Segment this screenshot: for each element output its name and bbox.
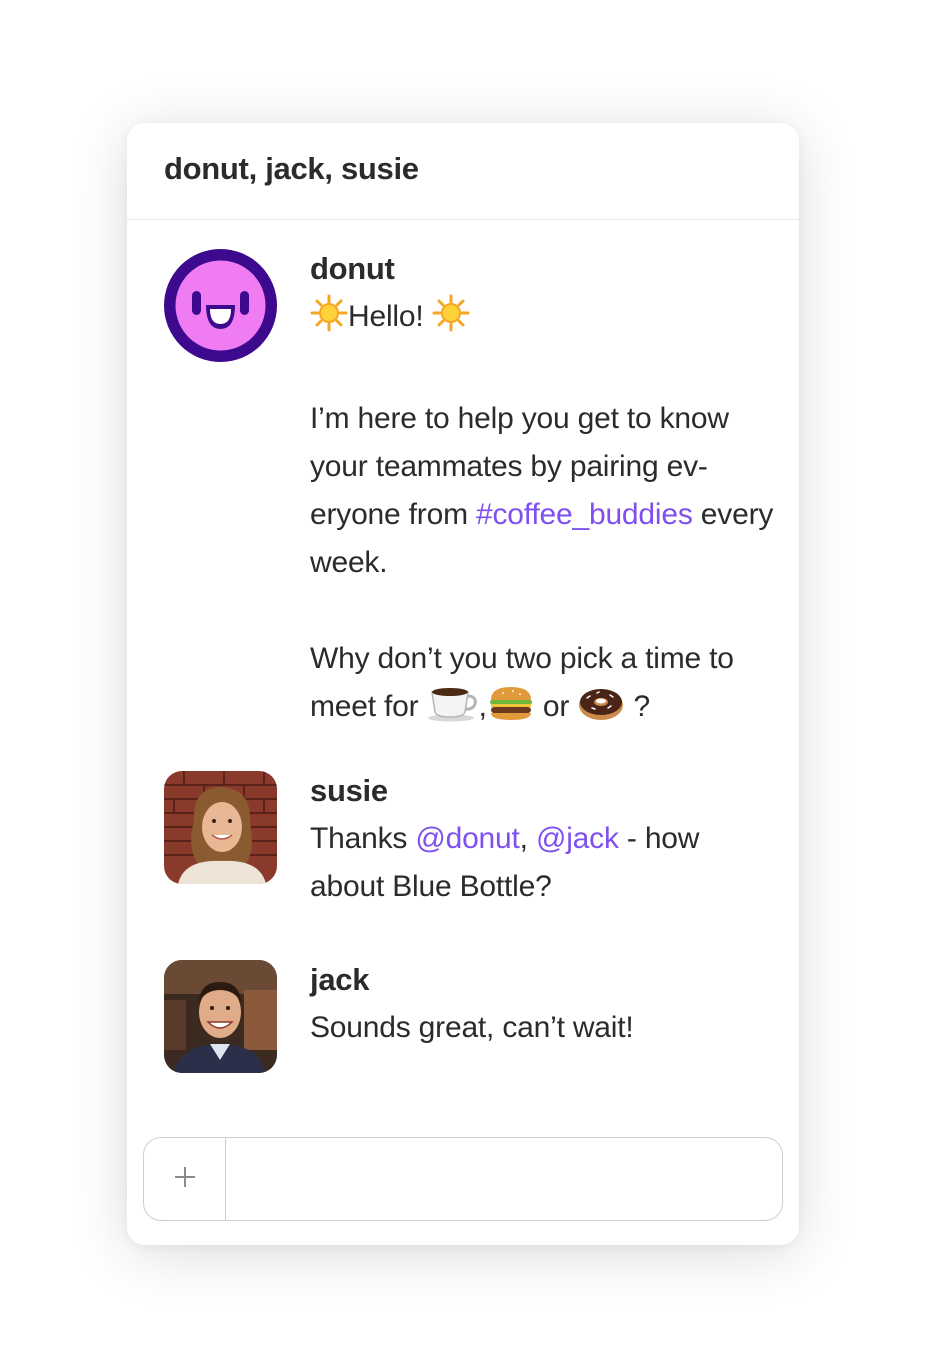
message-content: jack Sounds great, can’t wait! [310, 960, 774, 1052]
message-text: Hello! I’m here to help you get to know … [310, 293, 774, 737]
message-content: donut Hello! I’m here to help you get to… [310, 249, 774, 737]
mention-donut[interactable]: @donut [415, 822, 520, 855]
message-content: susie Thanks @donut, @jack - how about B… [310, 771, 774, 911]
mention-jack[interactable]: @jack [536, 822, 619, 855]
message-author[interactable]: donut [310, 249, 774, 289]
message-donut: donut Hello! I’m here to help you get to… [164, 249, 774, 729]
message-input[interactable] [226, 1138, 782, 1220]
coffee-icon [427, 684, 479, 737]
message-jack: jack Sounds great, can’t wait! [164, 960, 774, 1073]
susie-avatar[interactable] [164, 771, 277, 884]
question-end: ? [633, 690, 650, 723]
conversation-window: donut, jack, susie donut Hello! I’m here… [127, 123, 799, 1245]
intro-paragraph: I’m here to help you get to know your te… [310, 395, 774, 587]
burger-icon [487, 684, 535, 737]
channel-link[interactable]: #coffee_buddies [476, 498, 693, 531]
message-susie: susie Thanks @donut, @jack - how about B… [164, 771, 774, 911]
mention-separator: , [519, 822, 528, 855]
message-text-prefix: Thanks [310, 822, 408, 855]
emoji-separator: , [478, 690, 487, 723]
donut-avatar-icon[interactable] [164, 249, 277, 362]
greeting-text: Hello! [348, 300, 424, 333]
conversation-header: donut, jack, susie [127, 123, 799, 220]
plus-icon [173, 1165, 197, 1194]
add-attachment-button[interactable] [144, 1138, 226, 1220]
or-text: or [542, 690, 570, 723]
sun-icon [432, 294, 470, 347]
donut-icon [577, 684, 625, 737]
message-text: Thanks @donut, @jack - how about Blue Bo… [310, 815, 774, 911]
jack-avatar[interactable] [164, 960, 277, 1073]
message-author[interactable]: susie [310, 771, 774, 811]
message-author[interactable]: jack [310, 960, 774, 1000]
message-text: Sounds great, can’t wait! [310, 1011, 634, 1044]
question-paragraph: Why don’t you two pick a time to meet fo… [310, 635, 774, 737]
greeting-line: Hello! [310, 293, 774, 347]
message-composer [143, 1137, 783, 1221]
conversation-title: donut, jack, susie [164, 151, 419, 186]
sun-icon [310, 294, 348, 347]
